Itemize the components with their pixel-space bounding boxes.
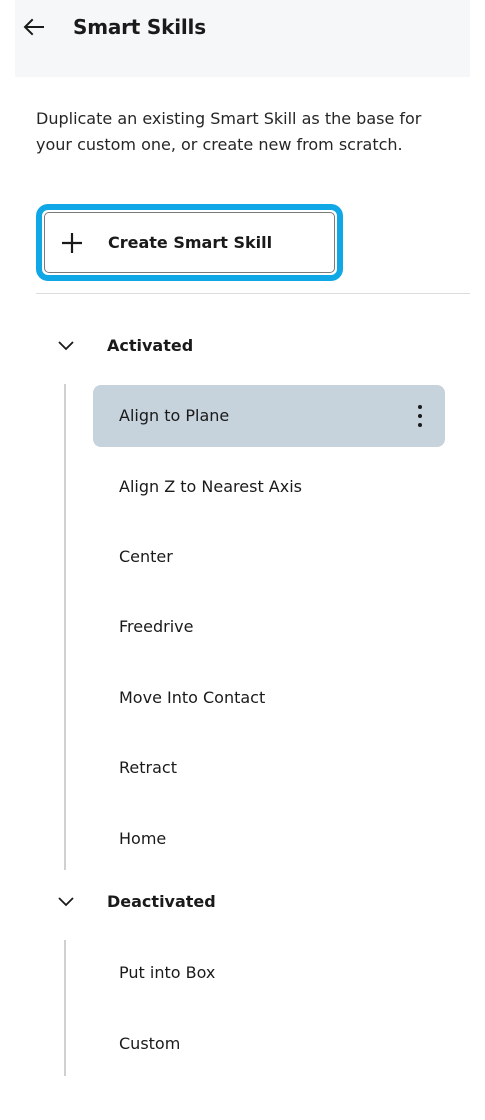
back-button[interactable] — [20, 13, 48, 41]
group-label-deactivated: Deactivated — [107, 892, 216, 911]
skill-item-label: Retract — [119, 758, 177, 777]
skill-item-align-z-to-nearest-axis[interactable]: Align Z to Nearest Axis — [93, 456, 445, 518]
plus-icon — [62, 233, 82, 253]
tree-line-activated — [64, 384, 66, 870]
skill-item-center[interactable]: Center — [93, 526, 445, 588]
skill-item-label: Home — [119, 829, 167, 848]
skill-item-label: Freedrive — [119, 617, 194, 636]
skill-item-label: Move Into Contact — [119, 688, 266, 707]
skill-item-align-to-plane[interactable]: Align to Plane — [93, 385, 445, 447]
skill-item-home[interactable]: Home — [93, 808, 445, 870]
more-vertical-icon — [418, 405, 422, 409]
skill-item-label: Align Z to Nearest Axis — [119, 477, 302, 496]
page-title: Smart Skills — [73, 15, 206, 39]
create-smart-skill-button[interactable]: Create Smart Skill — [36, 204, 343, 281]
skill-item-put-into-box[interactable]: Put into Box — [93, 942, 445, 1004]
group-toggle-deactivated[interactable]: Deactivated — [50, 887, 216, 917]
chevron-down-icon — [58, 897, 74, 907]
skill-item-move-into-contact[interactable]: Move Into Contact — [93, 667, 445, 729]
skill-item-label: Custom — [119, 1034, 181, 1053]
skill-item-label: Align to Plane — [119, 406, 230, 425]
group-toggle-activated[interactable]: Activated — [50, 331, 193, 361]
skill-item-retract[interactable]: Retract — [93, 737, 445, 799]
create-button-label: Create Smart Skill — [108, 233, 273, 252]
skill-item-custom[interactable]: Custom — [93, 1013, 445, 1075]
skill-item-freedrive[interactable]: Freedrive — [93, 596, 445, 658]
skill-item-label: Center — [119, 547, 173, 566]
arrow-left-icon — [23, 18, 44, 36]
tree-line-deactivated — [64, 940, 66, 1076]
skill-item-label: Put into Box — [119, 963, 216, 982]
group-label-activated: Activated — [107, 336, 194, 355]
divider — [36, 293, 470, 294]
chevron-down-icon — [58, 341, 74, 351]
description-text: Duplicate an existing Smart Skill as the… — [36, 109, 422, 154]
more-options-button[interactable] — [415, 401, 425, 431]
